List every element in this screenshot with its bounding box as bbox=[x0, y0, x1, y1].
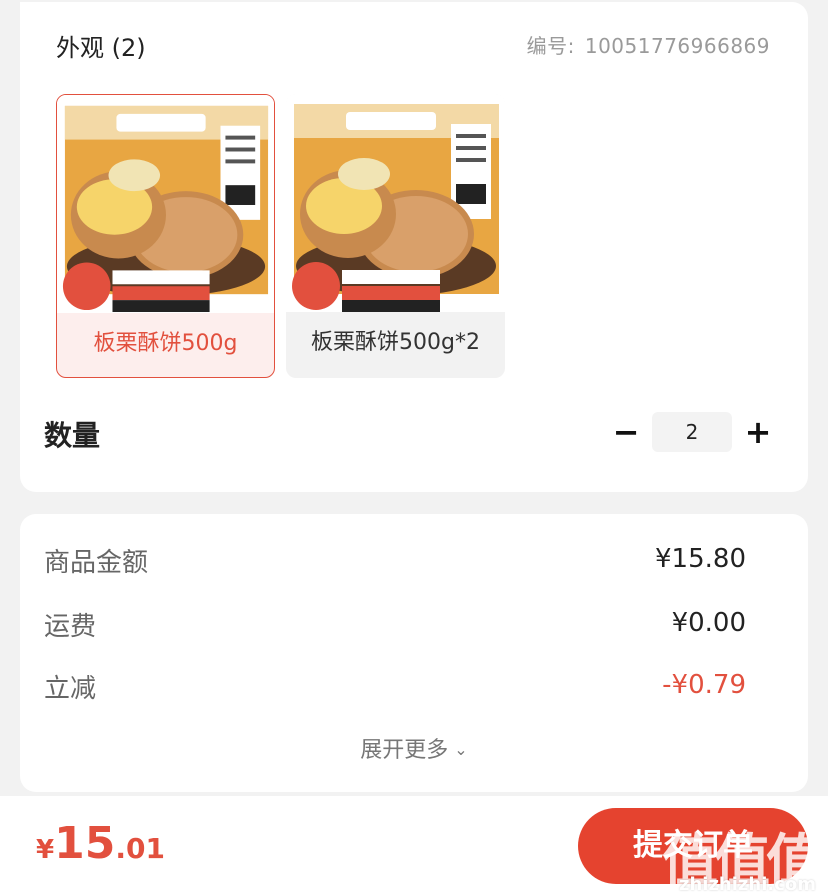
variant-option-1[interactable]: 板栗酥饼500g bbox=[56, 94, 275, 378]
product-image bbox=[57, 95, 274, 313]
quantity-label: 数量 bbox=[44, 419, 101, 452]
total-currency: ¥ bbox=[36, 835, 55, 865]
discount-label: 立减 bbox=[44, 674, 97, 704]
variant-thumbnail bbox=[57, 95, 274, 313]
discount-value: -¥0.79 bbox=[662, 670, 746, 700]
quantity-input[interactable]: 2 bbox=[652, 412, 732, 452]
quantity-decrease-button[interactable]: − bbox=[608, 412, 644, 452]
total-integer: 15 bbox=[54, 818, 116, 869]
goods-amount-label: 商品金额 bbox=[44, 548, 149, 578]
price-summary-card: 商品金额 ¥15.80 运费 ¥0.00 立减 -¥0.79 展开更多 ⌄ bbox=[20, 514, 808, 792]
expand-more-button[interactable]: 展开更多 ⌄ bbox=[20, 732, 808, 764]
product-image bbox=[286, 94, 505, 312]
total-decimal: .01 bbox=[115, 832, 165, 865]
sku-label: 编号: bbox=[526, 34, 575, 58]
shipping-value: ¥0.00 bbox=[671, 608, 746, 638]
variant-label: 板栗酥饼500g*2 bbox=[311, 330, 480, 355]
spec-title: 外观 (2) bbox=[56, 34, 146, 62]
sku-value: 10051776966869 bbox=[584, 34, 770, 58]
total-price: ¥15.01 bbox=[36, 818, 165, 869]
spec-card: 外观 (2) 编号: 10051776966869 板栗酥饼500g 板栗酥饼5… bbox=[20, 2, 808, 492]
sku-number: 编号: 10051776966869 bbox=[527, 30, 770, 59]
variant-thumbnail bbox=[286, 94, 505, 312]
shipping-label: 运费 bbox=[44, 612, 97, 642]
expand-more-label: 展开更多 bbox=[360, 738, 449, 763]
variant-option-2[interactable]: 板栗酥饼500g*2 bbox=[286, 94, 505, 378]
checkout-bar: ¥15.01 提交订单 值值值 bbox=[0, 796, 828, 896]
chevron-down-icon: ⌄ bbox=[454, 740, 468, 759]
submit-order-button[interactable]: 提交订单 bbox=[578, 808, 808, 884]
quantity-increase-button[interactable]: + bbox=[740, 412, 776, 452]
variant-label: 板栗酥饼500g bbox=[93, 331, 238, 356]
goods-amount-value: ¥15.80 bbox=[655, 544, 746, 574]
